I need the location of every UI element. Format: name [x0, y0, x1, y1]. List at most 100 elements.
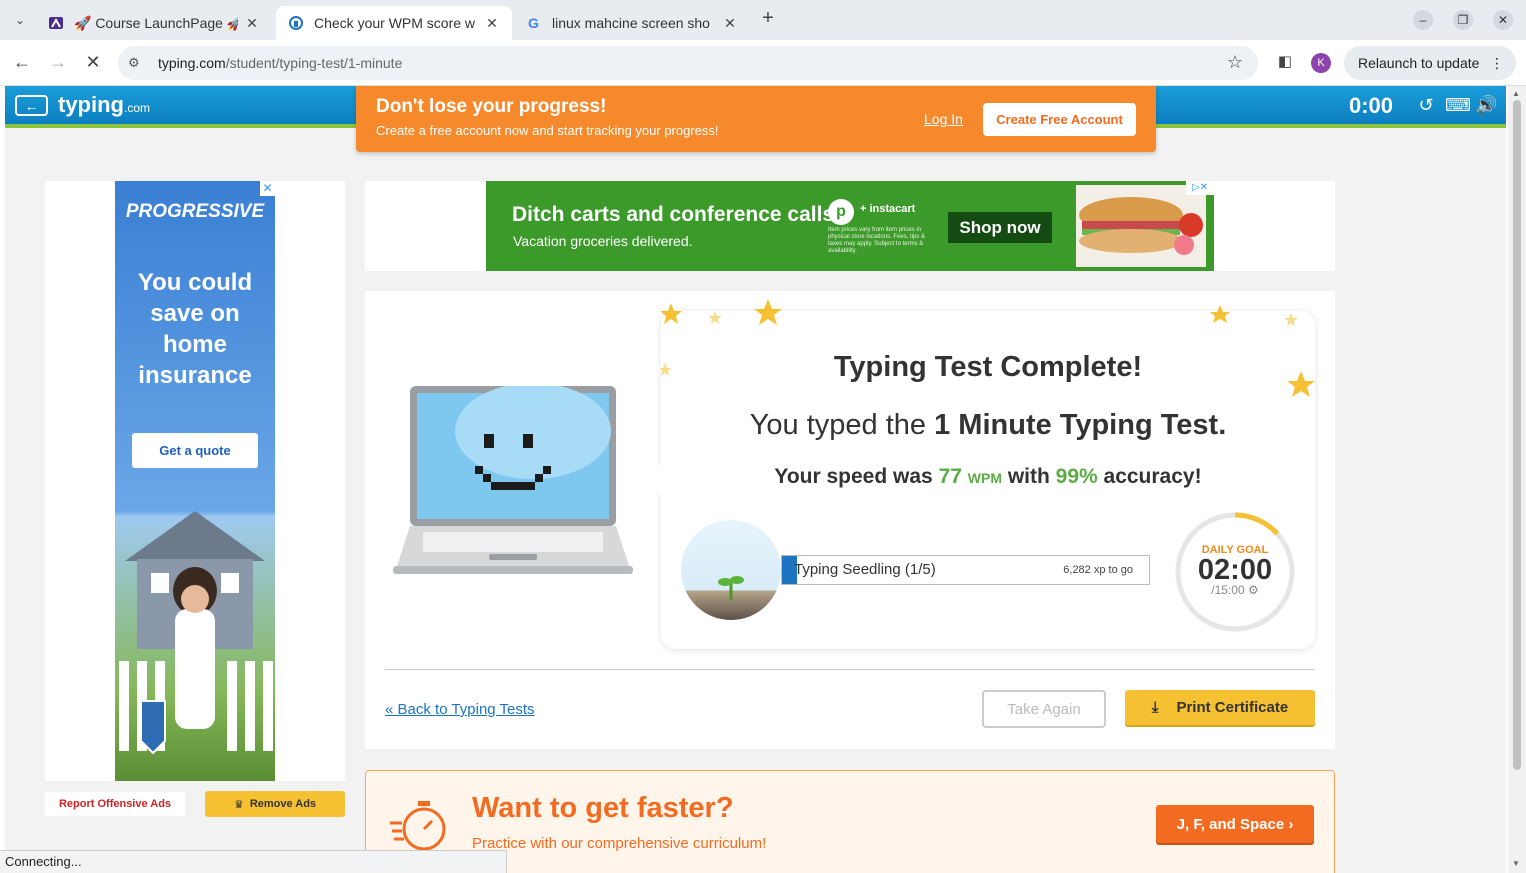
restore-icon[interactable]: ❐ [1453, 10, 1473, 30]
logo-suffix: .com [124, 101, 151, 115]
instacart-ad[interactable]: Ditch carts and conference calls. Vacati… [486, 181, 1214, 271]
left-ad-column: ✕ PROGRESSIVE You could save on home ins… [45, 181, 345, 781]
accuracy-suffix: accuracy! [1097, 465, 1202, 488]
tab-close-icon[interactable]: ✕ [484, 15, 500, 32]
tab-title: linux mahcine screen sho [552, 15, 710, 31]
create-account-button[interactable]: Create Free Account [983, 103, 1136, 136]
test-name-line: You typed the 1 Minute Typing Test. [661, 409, 1315, 442]
site-settings-icon[interactable]: ⚙ [128, 55, 148, 71]
speed-summary: Your speed was 77 WPM with 99% accuracy! [661, 465, 1315, 489]
minimize-icon[interactable]: – [1413, 10, 1433, 30]
page: ← typing.com 0:00 ↺ ⌨ 🔊 Don't lose your … [5, 86, 1506, 873]
remove-ads-button[interactable]: ♛ Remove Ads [205, 791, 345, 817]
get-quote-button[interactable]: Get a quote [132, 433, 258, 468]
side-panel-icon[interactable]: ◧ [1275, 52, 1295, 72]
browser-tab-typing[interactable]: Check your WPM score w ✕ [276, 6, 512, 40]
level-label: Typing Seedling (1/5) [794, 561, 936, 578]
history-icon[interactable]: ↺ [1415, 95, 1437, 116]
scrollbar-thumb[interactable] [1513, 100, 1521, 770]
remove-ads-label: Remove Ads [249, 798, 317, 810]
print-label: Print Certificate [1176, 699, 1289, 716]
relaunch-button[interactable]: Relaunch to update ⋮ [1344, 46, 1516, 80]
promo-subtitle: Create a free account now and start trac… [376, 123, 719, 138]
take-again-button[interactable]: Take Again [982, 690, 1106, 728]
typing-logo[interactable]: typing.com [58, 92, 150, 118]
login-link[interactable]: Log In [924, 111, 963, 127]
logo-text: typing [58, 92, 124, 117]
ad-house-illustration [119, 511, 273, 755]
faster-subtitle: Practice with our comprehensive curricul… [472, 835, 767, 852]
exit-arrow-icon[interactable]: ← [15, 95, 48, 116]
curriculum-promo: Want to get faster? Practice with our co… [365, 770, 1335, 873]
daily-goal-ring: DAILY GOAL 02:00 /15:00 ⚙ [1173, 510, 1297, 634]
status-bar: Connecting... [0, 850, 507, 873]
test-complete-heading: Typing Test Complete! [833, 351, 1143, 383]
speed-prefix: Your speed was [774, 465, 939, 488]
forward-arrow-icon[interactable]: → [48, 52, 68, 72]
ad-choices-icon[interactable]: ▷✕ [1186, 181, 1214, 195]
results-card: Typing Test Complete! You typed the 1 Mi… [365, 291, 1335, 749]
test-name: 1 Minute Typing Test. [934, 409, 1227, 441]
back-arrow-icon[interactable]: ← [12, 52, 32, 72]
crown-icon: ♛ [233, 798, 244, 811]
bookmark-star-icon[interactable]: ☆ [1225, 52, 1245, 72]
report-ads-button[interactable]: Report Offensive Ads [45, 792, 185, 816]
tab-title: Check your WPM score w [314, 15, 476, 31]
relaunch-label: Relaunch to update [1358, 55, 1480, 71]
shop-now-button[interactable]: Shop now [948, 212, 1052, 243]
close-window-icon[interactable]: ✕ [1493, 10, 1513, 30]
back-to-tests-link[interactable]: « Back to Typing Tests [385, 701, 535, 718]
ad-subline: Vacation groceries delivered. [513, 233, 693, 249]
divider [385, 669, 1315, 670]
tab-title: 🚀 Course LaunchPage 🚀 [74, 14, 238, 31]
menu-dots-icon[interactable]: ⋮ [1490, 55, 1504, 72]
save-progress-banner: Don't lose your progress! Create a free … [356, 86, 1156, 152]
profile-avatar[interactable]: K [1311, 53, 1331, 73]
ad-brand: PROGRESSIVE [125, 201, 265, 222]
keyboard-toggle-icon[interactable]: ⌨ [1445, 95, 1471, 116]
print-certificate-button[interactable]: ⤓ Print Certificate [1125, 690, 1315, 725]
scroll-down-icon[interactable]: ▼ [1512, 859, 1520, 868]
seedling-level-badge [681, 520, 781, 620]
browser-tab-strip: ⌄ 🚀 Course LaunchPage 🚀 ✕ Check your WPM… [0, 0, 1526, 40]
page-scrollbar[interactable]: ▲ ▼ [1508, 86, 1526, 873]
tab-search-chevron-icon[interactable]: ⌄ [10, 10, 30, 30]
stop-loading-icon[interactable]: ✕ [83, 52, 103, 72]
new-tab-button[interactable]: + [758, 8, 778, 28]
tab-favicon-google-icon: G [526, 15, 542, 31]
progressive-ad[interactable]: ✕ PROGRESSIVE You could save on home ins… [115, 181, 275, 781]
sandwich-illustration [1076, 185, 1206, 267]
tab-favicon-course-icon [48, 15, 64, 31]
test-timer: 0:00 [1349, 93, 1394, 118]
ad-fine-print: Item prices vary from item prices in phy… [828, 227, 926, 254]
browser-tab-google[interactable]: G linux mahcine screen sho ✕ [514, 6, 750, 40]
svg-text:G: G [528, 15, 539, 31]
address-bar[interactable]: ⚙ typing.com/student/typing-test/1-minut… [118, 46, 1258, 80]
ad-brand: + instacart [860, 203, 916, 215]
promo-title: Don't lose your progress! [376, 96, 607, 117]
faster-title: Want to get faster? [472, 792, 734, 824]
browser-tab-course[interactable]: 🚀 Course LaunchPage 🚀 ✕ [36, 6, 272, 40]
wpm-unit: WPM [967, 470, 1002, 486]
sound-icon[interactable]: 🔊 [1475, 95, 1497, 116]
scroll-up-icon[interactable]: ▲ [1512, 89, 1520, 98]
typed-prefix: You typed the [749, 409, 935, 441]
daily-goal-total: /15:00 ⚙ [1173, 583, 1297, 597]
browser-toolbar: ← → ✕ ⚙ typing.com/student/typing-test/1… [0, 40, 1526, 86]
accuracy-value: 99% [1055, 465, 1098, 488]
seedling-sprout-icon [718, 576, 744, 600]
goal-total-text: /15:00 [1211, 583, 1245, 597]
with-label: with [1001, 465, 1056, 488]
download-icon: ⤓ [1151, 699, 1159, 716]
ad-close-icon[interactable]: ✕ [260, 181, 275, 196]
xp-to-go: 6,282 xp to go [1063, 564, 1133, 576]
tab-close-icon[interactable]: ✕ [722, 15, 738, 32]
tab-favicon-typing-icon [288, 15, 304, 31]
goal-settings-icon[interactable]: ⚙ [1248, 583, 1259, 597]
url-path: /student/typing-test/1-minute [225, 55, 403, 71]
stopwatch-icon [390, 801, 446, 851]
start-lesson-button[interactable]: J, F, and Space › [1156, 805, 1314, 843]
url-domain: typing.com [158, 55, 226, 71]
tab-close-icon[interactable]: ✕ [244, 15, 260, 32]
ad-headline: You could save on home insurance [137, 269, 253, 389]
